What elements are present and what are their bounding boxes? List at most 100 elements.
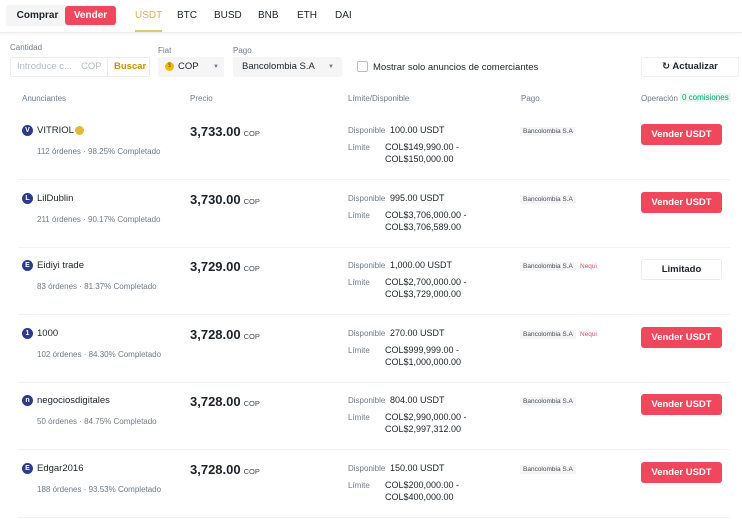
amount-field: Introduce c... COP Buscar	[10, 57, 150, 77]
fiat-label: Fiat	[158, 46, 172, 55]
limit-max: COL$2,997,312.00	[385, 424, 462, 434]
advertiser-stats: 102 órdenes · 84.30% Completado	[37, 349, 162, 359]
limit-label: Límite	[348, 210, 370, 220]
advertiser-stats: 211 órdenes · 90.17% Completado	[37, 214, 161, 224]
amount-currency: COP	[81, 61, 102, 72]
payment-method: Bancolombia S.A	[520, 194, 576, 204]
payment-select[interactable]: Bancolombia S.A ▼	[233, 57, 342, 77]
price-currency: COP	[243, 196, 260, 206]
advertiser-stats: 188 órdenes · 93.53% Completado	[37, 484, 162, 494]
price-currency: COP	[243, 129, 260, 138]
available-label: Disponible	[348, 261, 386, 270]
payment-method: Bancolombia S.A	[520, 127, 576, 136]
coin-icon: $	[165, 62, 174, 71]
avatar: n	[22, 395, 33, 406]
table-row: n negociosdigitales 50 órdenes · 84.75% C…	[18, 382, 730, 450]
merchant-only-label: Mostrar solo anuncios de comerciantes	[373, 62, 539, 73]
sell-usdt-button[interactable]: Vender USDT	[641, 124, 722, 145]
available-label: Disponible	[348, 193, 386, 203]
price: 3,730.00 COP	[190, 192, 260, 207]
price: 3,728.00 COP	[190, 394, 260, 409]
tab-dai[interactable]: DAI	[335, 10, 352, 21]
chevron-down-icon: ▼	[213, 64, 219, 70]
avatar: L	[22, 192, 33, 204]
sell-button[interactable]: Vender	[65, 6, 116, 25]
tab-usdt[interactable]: USDT	[135, 10, 163, 32]
limited-button[interactable]: Limitado	[641, 259, 722, 280]
sell-usdt-button[interactable]: Vender USDT	[641, 461, 722, 483]
fiat-value: COP	[178, 61, 199, 72]
verified-badge-icon	[75, 126, 84, 135]
limit-min: COL$149,990.00 -	[385, 142, 460, 152]
payment-method: Bancolombia S.A	[520, 262, 576, 271]
fee-badge: 0 comisiones	[680, 93, 731, 102]
price-value: 3,730.00	[190, 191, 241, 207]
sell-usdt-button[interactable]: Vender USDT	[641, 191, 722, 213]
merchant-only-checkbox[interactable]	[357, 61, 368, 72]
limit-max: COL$400,000.00	[385, 491, 454, 502]
avatar: 1	[22, 327, 33, 339]
col-advertisers: Anunciantes	[22, 94, 67, 103]
advertiser-name[interactable]: 1000	[37, 328, 58, 339]
table-row: 1 1000 102 órdenes · 84.30% Completado 3,…	[18, 315, 730, 383]
col-payment: Pago	[521, 94, 540, 103]
payment-method: Nequi	[580, 263, 597, 270]
available-value: 100.00 USDT	[390, 125, 445, 135]
payment-method: Bancolombia S.A	[520, 397, 576, 406]
price-currency: COP	[243, 264, 260, 273]
available-value: 1,000.00 USDT	[390, 260, 453, 270]
available-value: 150.00 USDT	[390, 462, 445, 473]
advertiser-name[interactable]: LilDublin	[37, 193, 73, 204]
price-value: 3,728.00	[190, 326, 241, 342]
available-value: 995.00 USDT	[390, 192, 445, 203]
advertiser-name[interactable]: Edgar2016	[37, 463, 83, 474]
limit-max: COL$150,000.00	[385, 154, 454, 164]
tab-bnb[interactable]: BNB	[258, 10, 279, 21]
table-row: V VITRIOL 112 órdenes · 98.25% Completado…	[18, 112, 730, 180]
available-label: Disponible	[348, 126, 386, 135]
col-limit: Límite/Disponible	[348, 94, 410, 103]
payment-method: Bancolombia S.A	[520, 464, 576, 474]
tab-btc[interactable]: BTC	[177, 10, 197, 21]
price-currency: COP	[243, 466, 260, 476]
refresh-icon: ↻	[662, 61, 671, 72]
limit-label: Límite	[348, 278, 370, 287]
table-row: L LilDublin 211 órdenes · 90.17% Completa…	[18, 180, 730, 248]
price-value: 3,733.00	[190, 124, 241, 139]
advertiser-stats: 112 órdenes · 98.25% Completado	[37, 147, 161, 156]
price: 3,733.00 COP	[190, 124, 260, 139]
fiat-select[interactable]: $ COP ▼	[158, 57, 224, 77]
available-label: Disponible	[348, 396, 386, 405]
payment-value: Bancolombia S.A	[242, 61, 315, 72]
advertiser-name[interactable]: negociosdigitales	[37, 395, 110, 406]
top-bar: Comprar Vender USDT BTC BUSD BNB ETH DAI	[0, 0, 742, 33]
table-row: E Eidiyi trade 83 órdenes · 81.37% Comple…	[18, 247, 730, 315]
limit-label: Límite	[348, 413, 370, 422]
advertiser-name[interactable]: VITRIOL	[37, 125, 74, 136]
refresh-button[interactable]: ↻ Actualizar	[641, 57, 739, 77]
advertiser-stats: 83 órdenes · 81.37% Completado	[37, 282, 157, 291]
price: 3,729.00 COP	[190, 259, 260, 274]
price: 3,728.00 COP	[190, 327, 260, 342]
tab-eth[interactable]: ETH	[297, 10, 317, 21]
limit-min: COL$2,700,000.00 -	[385, 277, 467, 287]
tab-busd[interactable]: BUSD	[214, 10, 242, 21]
amount-input[interactable]: Introduce c...	[17, 58, 72, 76]
amount-label: Cantidad	[10, 43, 43, 52]
price-currency: COP	[243, 331, 260, 341]
limit-max: COL$3,706,589.00	[385, 221, 462, 232]
sell-usdt-button[interactable]: Vender USDT	[641, 394, 722, 415]
sell-usdt-button[interactable]: Vender USDT	[641, 326, 722, 348]
search-button[interactable]: Buscar	[107, 57, 146, 77]
available-label: Disponible	[348, 463, 386, 473]
limit-max: COL$1,000,000.00	[385, 356, 462, 367]
limit-max: COL$3,729,000.00	[385, 289, 462, 299]
limit-min: COL$3,706,000.00 -	[385, 209, 467, 220]
buy-button[interactable]: Comprar	[10, 6, 65, 25]
limit-label: Límite	[348, 480, 370, 490]
price-currency: COP	[243, 399, 260, 408]
advertiser-name[interactable]: Eidiyi trade	[37, 260, 84, 271]
payment-method: Nequi	[580, 330, 597, 338]
available-value: 270.00 USDT	[390, 327, 445, 338]
table-row: E Edgar2016 188 órdenes · 93.53% Completa…	[18, 450, 730, 518]
